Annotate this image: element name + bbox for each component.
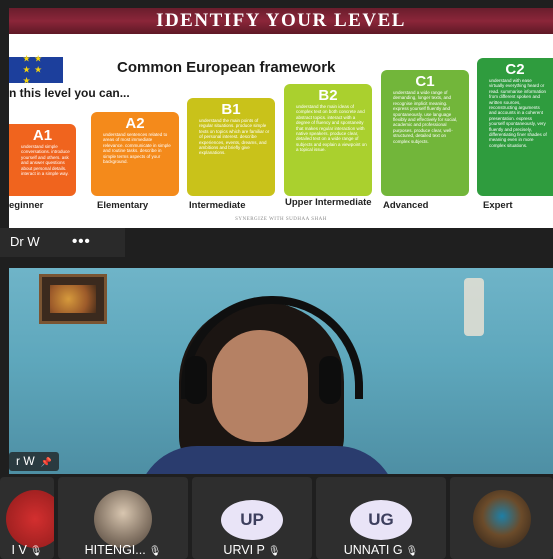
speaker-name-pill: r W 📌 bbox=[9, 452, 59, 471]
mic-off-icon: 🎙 bbox=[405, 546, 419, 557]
level-desc: understand sentences related to areas of… bbox=[103, 132, 171, 165]
level-desc: understand the main ideas of complex tex… bbox=[296, 104, 367, 153]
wall-painting bbox=[39, 274, 107, 324]
level-code: B2 bbox=[318, 87, 338, 104]
shared-slide: IDENTIFY YOUR LEVEL ★ ★ ★ ★ ★ Common Eur… bbox=[9, 8, 553, 228]
lamp bbox=[464, 278, 484, 336]
speaker-body bbox=[137, 446, 397, 474]
level-name-a1: eginner bbox=[9, 200, 44, 211]
mic-off-icon: 🎙 bbox=[267, 546, 281, 557]
participant-name: I V bbox=[11, 543, 27, 557]
level-desc: understand simple conversations. introdu… bbox=[21, 144, 70, 177]
level-name-b2: Upper Intermediate bbox=[285, 197, 372, 208]
participant-tile[interactable]: I V 🎙 bbox=[0, 477, 54, 559]
participant-name: UNNATI G bbox=[343, 543, 403, 557]
level-card-a2: A2 understand sentences related to areas… bbox=[91, 112, 179, 196]
level-code: C2 bbox=[505, 61, 525, 78]
participant-name: HITENGI... bbox=[84, 543, 146, 557]
level-card-b2: B2 understand the main ideas of complex … bbox=[284, 84, 372, 196]
mic-off-icon: 🎙 bbox=[148, 546, 162, 557]
avatar-initials: UG bbox=[350, 500, 412, 540]
avatar bbox=[472, 490, 531, 548]
slide-banner: IDENTIFY YOUR LEVEL bbox=[9, 8, 553, 34]
level-desc: understand with ease virtually everythin… bbox=[489, 78, 547, 148]
level-card-b1: B1 understand the main points of regular… bbox=[187, 98, 275, 196]
level-code: A1 bbox=[32, 127, 53, 144]
speaker-name: r W bbox=[16, 454, 35, 468]
level-code: A2 bbox=[125, 115, 145, 132]
level-desc: understand a wide range of demanding, lo… bbox=[393, 90, 458, 144]
level-card-c1: C1 understand a wide range of demanding,… bbox=[381, 70, 469, 196]
level-card-c2: C2 understand with ease virtually everyt… bbox=[477, 58, 553, 196]
eu-flag-icon: ★ ★ ★ ★ ★ bbox=[9, 54, 63, 86]
level-name-c1: Advanced bbox=[383, 200, 429, 211]
level-code: B1 bbox=[221, 101, 241, 118]
headphone-left bbox=[185, 356, 207, 404]
participant-tile[interactable] bbox=[450, 477, 553, 559]
avatar bbox=[94, 490, 152, 548]
participant-tile[interactable]: UG UNNATI G 🎙 bbox=[316, 477, 446, 559]
mic-off-icon: 🎙 bbox=[29, 546, 43, 557]
level-name-c2: Expert bbox=[483, 200, 513, 211]
slide-intro: n this level you can... bbox=[9, 86, 130, 100]
level-name-a2: Elementary bbox=[97, 200, 149, 211]
pin-icon[interactable]: 📌 bbox=[41, 453, 52, 472]
slide-footer: SYNERGIZE WITH SUDHAA SHAH bbox=[235, 217, 327, 222]
more-options-icon[interactable]: ••• bbox=[72, 233, 91, 250]
level-name-b1: Intermediate bbox=[189, 200, 246, 211]
speaker-video[interactable] bbox=[9, 268, 553, 474]
participant-name: URVI P bbox=[223, 543, 265, 557]
level-desc: understand the main points of regular si… bbox=[199, 118, 270, 156]
headphone-right bbox=[319, 356, 341, 404]
participant-tile[interactable]: HITENGI... 🎙 bbox=[58, 477, 188, 559]
avatar bbox=[6, 490, 54, 548]
avatar-initials: UP bbox=[221, 500, 283, 540]
presenter-name: Dr W bbox=[10, 234, 40, 249]
level-card-a1: A1 understand simple conversations. intr… bbox=[9, 124, 76, 196]
participant-tile[interactable]: UP URVI P 🎙 bbox=[192, 477, 312, 559]
slide-title: Common European framework bbox=[117, 59, 336, 76]
level-code: C1 bbox=[415, 73, 435, 90]
